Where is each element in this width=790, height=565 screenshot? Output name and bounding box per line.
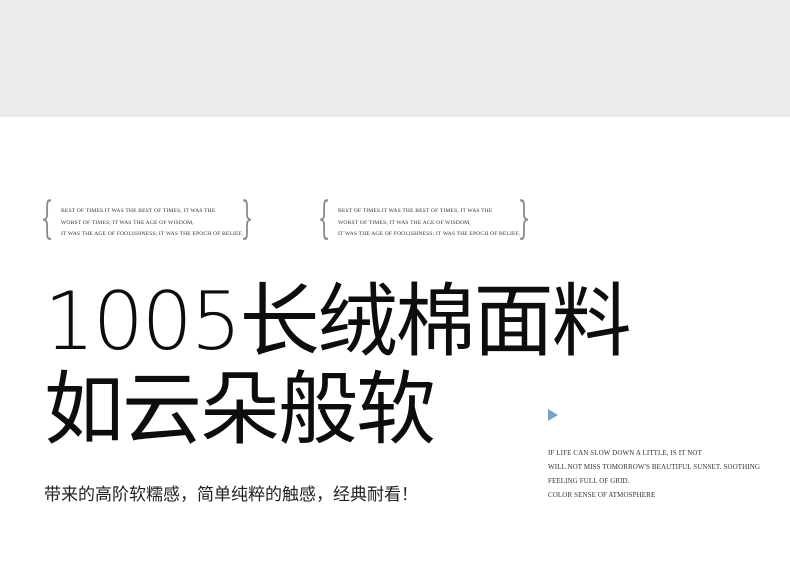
subheading: 带来的高阶软糯感，简单纯粹的触感，经典耐看！ (44, 485, 418, 505)
quote-line: WORST OF TIMES; IT WAS THE AGE OF WISDOM… (61, 219, 194, 226)
side-text-line: IF LIFE CAN SLOW DOWN A LITTLE, IS IT NO… (548, 449, 702, 457)
right-brace-icon: } (517, 193, 531, 244)
top-gray-band (0, 0, 790, 117)
side-text-block: IF LIFE CAN SLOW DOWN A LITTLE, IS IT NO… (548, 446, 760, 502)
headline: 1005长绒棉面料 如云朵般软 (44, 275, 632, 456)
side-text-line: WILL NOT MISS TOMORROW'S BEAUTIFUL SUNSE… (548, 463, 761, 471)
quote-line: BEST OF TIMES.IT WAS THE BEST OF TIMES, … (338, 208, 493, 214)
quote-line: IT WAS THE AGE OF FOOLISHNESS; IT WAS TH… (338, 231, 520, 237)
left-brace-icon: { (40, 193, 54, 244)
play-triangle-icon (548, 409, 558, 421)
side-text-line: COLOR SENSE OF ATMOSPHERE (548, 491, 656, 499)
quote-block-right: { BEST OF TIMES.IT WAS THE BEST OF TIMES… (318, 197, 531, 245)
quote-line: WORST OF TIMES; IT WAS THE AGE OF WISDOM… (338, 219, 471, 226)
quote-line: BEST OF TIMES.IT WAS THE BEST OF TIMES, … (61, 208, 216, 214)
quote-block-left: { BEST OF TIMES.IT WAS THE BEST OF TIMES… (41, 197, 254, 245)
quote-line: IT WAS THE AGE OF FOOLISHNESS; IT WAS TH… (61, 231, 243, 237)
right-brace-icon: } (240, 193, 254, 244)
left-brace-icon: { (317, 193, 331, 244)
headline-line-2: 如云朵般软 (44, 363, 436, 456)
side-text-line: FEELING FULL OF GRID. (548, 477, 630, 485)
headline-line-1: 1005长绒棉面料 (44, 275, 632, 368)
